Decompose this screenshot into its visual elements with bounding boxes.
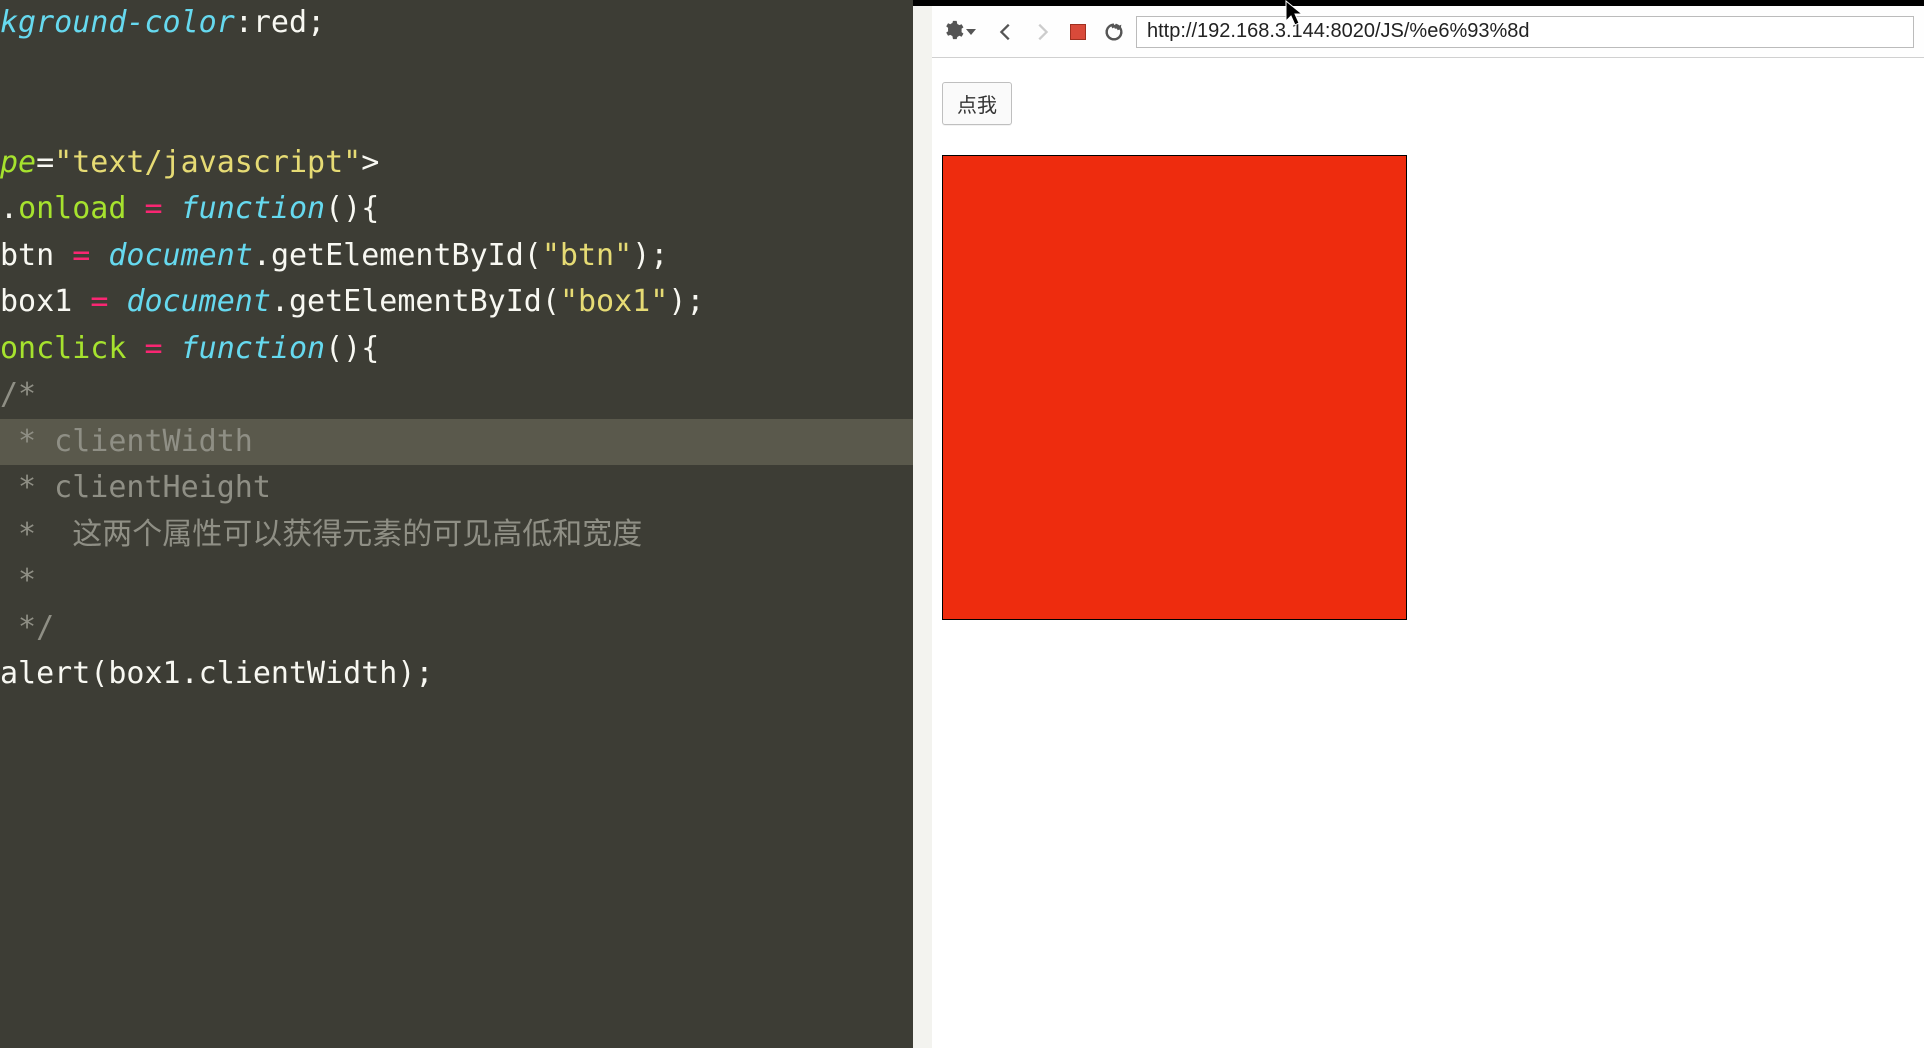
editor-content: kground-color:red;pe="text/javascript">.… (0, 0, 913, 698)
code-token: . (0, 191, 18, 226)
code-line[interactable]: onclick = function(){ (0, 326, 913, 373)
code-token (126, 331, 144, 366)
code-token: "text/javascript" (54, 145, 361, 180)
code-token: red (253, 5, 307, 40)
code-token: kground-color (0, 5, 235, 40)
code-token: */ (0, 610, 54, 645)
code-line[interactable] (0, 47, 913, 94)
code-token: function (181, 331, 326, 366)
code-token: = (36, 145, 54, 180)
code-token: alert(box1.clientWidth); (0, 656, 433, 691)
code-token: > (361, 145, 379, 180)
code-token: = (90, 284, 108, 319)
code-token: getElementById( (271, 238, 542, 273)
code-editor-pane[interactable]: kground-color:red;pe="text/javascript">.… (0, 0, 913, 1048)
stop-button[interactable] (1064, 18, 1092, 46)
code-token: btn (0, 238, 72, 273)
browser-toolbar: http://192.168.3.144:8020/JS/%e6%93%8d (932, 6, 1924, 58)
code-line[interactable]: * (0, 558, 913, 605)
code-token: * (0, 563, 54, 598)
code-line[interactable]: * clientHeight (0, 465, 913, 512)
code-line[interactable]: .onload = function(){ (0, 186, 913, 233)
code-token: getElementById( (289, 284, 560, 319)
browser-viewport: 点我 (932, 58, 1924, 1048)
url-bar[interactable]: http://192.168.3.144:8020/JS/%e6%93%8d (1136, 16, 1914, 48)
code-line[interactable]: * 这两个属性可以获得元素的可见高低和宽度 (0, 512, 913, 559)
forward-button[interactable] (1028, 18, 1056, 46)
code-token: . (253, 238, 271, 273)
code-line[interactable] (0, 93, 913, 140)
code-line[interactable]: pe="text/javascript"> (0, 140, 913, 187)
stop-icon (1070, 24, 1086, 40)
code-line[interactable]: btn = document.getElementById("btn"); (0, 233, 913, 280)
code-token: = (145, 331, 163, 366)
code-token: . (271, 284, 289, 319)
code-token (163, 331, 181, 366)
code-token (126, 191, 144, 226)
code-token: (){ (325, 331, 379, 366)
back-button[interactable] (992, 18, 1020, 46)
code-token: ; (307, 5, 325, 40)
code-token: document (108, 238, 253, 273)
code-token: box1 (0, 284, 90, 319)
gear-icon (942, 19, 964, 45)
pane-divider[interactable] (913, 0, 932, 1048)
red-box (942, 155, 1407, 620)
dropdown-caret-icon (966, 29, 976, 35)
code-token: * clientWidth (0, 424, 253, 459)
code-token: ); (668, 284, 704, 319)
code-token: document (126, 284, 271, 319)
code-token (90, 238, 108, 273)
code-token: = (72, 238, 90, 273)
code-token: "box1" (560, 284, 668, 319)
code-token (108, 284, 126, 319)
code-token: onclick (0, 331, 126, 366)
code-line[interactable]: kground-color:red; (0, 0, 913, 47)
code-token: = (145, 191, 163, 226)
url-text: http://192.168.3.144:8020/JS/%e6%93%8d (1147, 20, 1530, 43)
browser-preview-pane: http://192.168.3.144:8020/JS/%e6%93%8d 点… (932, 0, 1924, 1048)
code-token: pe (0, 145, 36, 180)
code-line[interactable]: box1 = document.getElementById("box1"); (0, 279, 913, 326)
code-line[interactable]: /* (0, 372, 913, 419)
code-token: (){ (325, 191, 379, 226)
settings-menu[interactable] (942, 19, 976, 45)
code-token: : (235, 5, 253, 40)
code-token: /* (0, 377, 36, 412)
code-token: * 这两个属性可以获得元素的可见高低和宽度 (0, 517, 642, 552)
code-token: "btn" (542, 238, 632, 273)
reload-button[interactable] (1100, 18, 1128, 46)
code-token: onload (18, 191, 126, 226)
code-token: ); (632, 238, 668, 273)
code-token (163, 191, 181, 226)
code-line[interactable]: alert(box1.clientWidth); (0, 651, 913, 698)
code-line[interactable]: * clientWidth (0, 419, 913, 466)
code-token: * clientHeight (0, 470, 271, 505)
code-line[interactable]: */ (0, 605, 913, 652)
code-token: function (181, 191, 326, 226)
click-me-button[interactable]: 点我 (942, 82, 1012, 125)
